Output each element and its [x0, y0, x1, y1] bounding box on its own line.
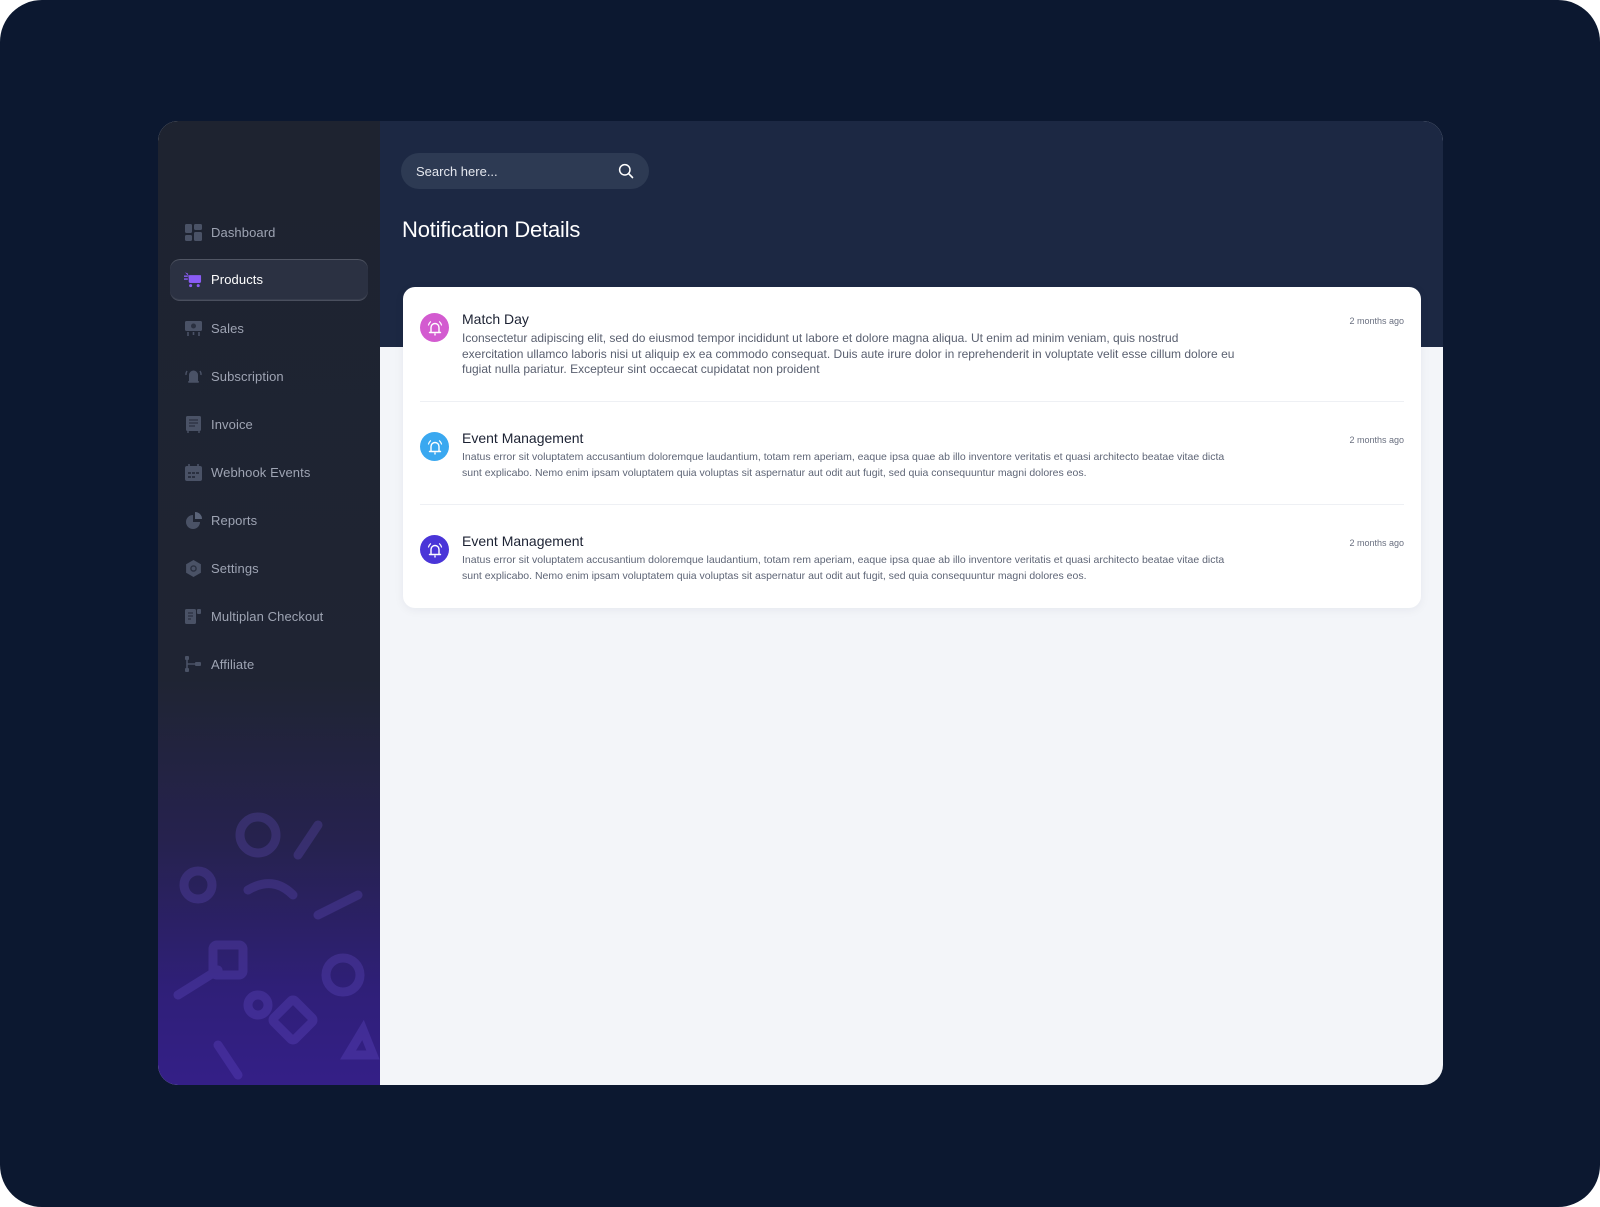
checkout-icon — [184, 607, 202, 625]
sidebar-item-label: Affiliate — [211, 656, 255, 672]
notification-title: Event Management — [462, 533, 584, 549]
notification-text: Iconsectetur adipiscing elit, sed do eiu… — [462, 331, 1235, 376]
sidebar-item-label: Products — [211, 272, 264, 287]
sidebar-item-invoice[interactable]: Invoice — [170, 403, 368, 445]
sidebar-item-dashboard[interactable]: Dashboard — [170, 211, 368, 253]
sidebar: Dashboard Products Sales Subscription In… — [158, 121, 380, 1085]
notification-item[interactable]: Event Management Inatus error sit volupt… — [420, 533, 1404, 584]
sidebar-item-settings[interactable]: Settings — [170, 547, 368, 589]
divider — [420, 504, 1404, 505]
notification-time: 2 months ago — [1349, 316, 1404, 326]
sidebar-item-label: Multiplan Checkout — [211, 608, 324, 624]
notification-title: Event Management — [462, 430, 584, 446]
alarm-bell-icon — [420, 535, 449, 564]
sidebar-item-label: Subscription — [211, 368, 284, 384]
sidebar-decorative-pattern — [173, 812, 380, 1080]
alarm-bell-icon — [420, 313, 449, 342]
notification-item[interactable]: Event Management Inatus error sit volupt… — [420, 430, 1404, 481]
affiliate-icon — [184, 655, 202, 673]
search-input[interactable] — [416, 163, 618, 179]
sidebar-item-label: Sales — [211, 320, 245, 336]
notification-text: Inatus error sit voluptatem accusantium … — [462, 554, 1225, 582]
notification-time: 2 months ago — [1349, 538, 1404, 548]
sidebar-item-multiplan-checkout[interactable]: Multiplan Checkout — [170, 595, 368, 637]
sidebar-item-label: Invoice — [211, 416, 253, 432]
notification-time: 2 months ago — [1349, 435, 1404, 445]
sidebar-nav: Dashboard Products Sales Subscription In… — [170, 211, 368, 691]
calendar-icon — [184, 463, 202, 481]
sidebar-item-webhook-events[interactable]: Webhook Events — [170, 451, 368, 493]
alarm-bell-icon — [420, 432, 449, 461]
subscription-bell-icon — [184, 367, 202, 385]
sidebar-item-label: Webhook Events — [211, 464, 311, 480]
app-window: Dashboard Products Sales Subscription In… — [158, 121, 1443, 1085]
search-icon[interactable] — [618, 163, 634, 179]
notifications-card: Match Day Iconsectetur adipiscing elit, … — [403, 287, 1421, 608]
sidebar-item-reports[interactable]: Reports — [170, 499, 368, 541]
pie-chart-icon — [184, 511, 202, 529]
notification-title: Match Day — [462, 311, 529, 327]
sidebar-item-label: Dashboard — [211, 224, 276, 240]
sidebar-item-products[interactable]: Products — [170, 259, 368, 301]
search-bar[interactable] — [401, 153, 649, 189]
sidebar-item-affiliate[interactable]: Affiliate — [170, 643, 368, 685]
notification-item[interactable]: Match Day Iconsectetur adipiscing elit, … — [420, 311, 1404, 378]
sales-icon — [184, 319, 202, 337]
sidebar-item-subscription[interactable]: Subscription — [170, 355, 368, 397]
page-title: Notification Details — [402, 217, 581, 242]
notification-text: Inatus error sit voluptatem accusantium … — [462, 451, 1225, 479]
dashboard-icon — [184, 223, 202, 241]
products-cart-icon — [184, 271, 202, 289]
sidebar-item-sales[interactable]: Sales — [170, 307, 368, 349]
settings-icon — [184, 559, 202, 577]
invoice-icon — [184, 415, 202, 433]
sidebar-item-label: Reports — [211, 512, 258, 528]
divider — [420, 401, 1404, 402]
sidebar-item-label: Settings — [211, 560, 259, 576]
main-content: Notification Details 2 Match Da — [380, 121, 1443, 1085]
